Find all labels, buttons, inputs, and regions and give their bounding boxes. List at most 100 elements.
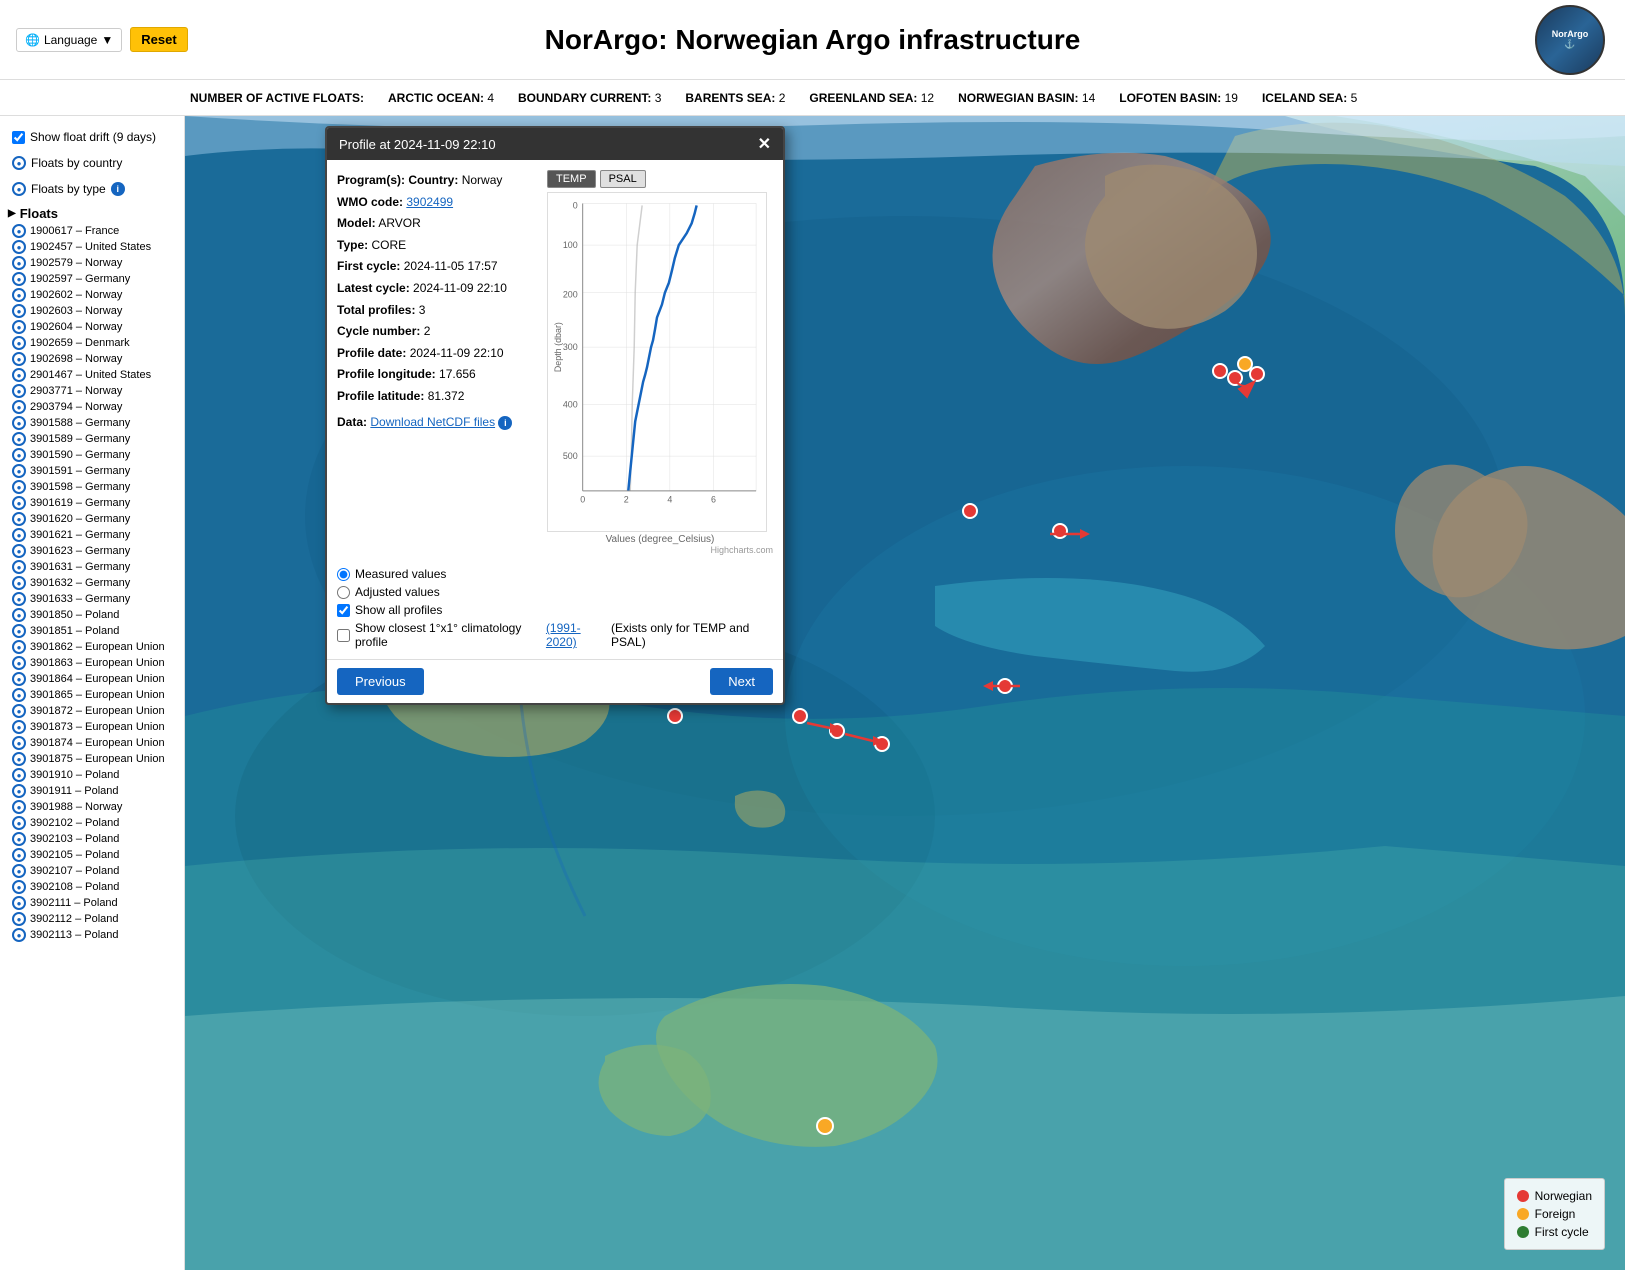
reset-button[interactable]: Reset xyxy=(130,27,187,52)
tab-temp[interactable]: TEMP xyxy=(547,170,596,188)
floats-by-type-info-icon[interactable]: i xyxy=(111,182,125,196)
list-item[interactable]: ●3902103 – Poland xyxy=(8,831,184,847)
modal-info: Program(s): Country: Norway WMO code: 39… xyxy=(337,170,537,555)
list-item[interactable]: ●1902457 – United States xyxy=(8,239,184,255)
legend-foreign: Foreign xyxy=(1517,1205,1592,1223)
float-icon: ● xyxy=(12,288,26,302)
latest-cycle-value: 2024-11-09 22:10 xyxy=(413,281,507,295)
float-label: 1902579 – Norway xyxy=(30,257,122,269)
list-item[interactable]: ●3901631 – Germany xyxy=(8,559,184,575)
wmo-link[interactable]: 3902499 xyxy=(406,195,453,209)
list-item[interactable]: ●3901632 – Germany xyxy=(8,575,184,591)
float-icon: ● xyxy=(12,912,26,926)
logo: NorArgo⚓ xyxy=(1535,5,1605,75)
list-item[interactable]: ●2901467 – United States xyxy=(8,367,184,383)
tab-psal[interactable]: PSAL xyxy=(600,170,646,188)
floats-by-country-item[interactable]: ● Floats by country xyxy=(8,154,176,172)
list-item[interactable]: ●3901910 – Poland xyxy=(8,767,184,783)
list-item[interactable]: ●3901623 – Germany xyxy=(8,543,184,559)
show-climatology-checkbox[interactable] xyxy=(337,629,350,642)
float-icon: ● xyxy=(12,656,26,670)
map-area[interactable]: Profile at 2024-11-09 22:10 ✕ Program(s)… xyxy=(185,116,1625,1270)
previous-button[interactable]: Previous xyxy=(337,668,424,695)
list-item[interactable]: ●3901621 – Germany xyxy=(8,527,184,543)
float-label: 3902111 – Poland xyxy=(30,897,118,909)
profile-date-label: Profile date: xyxy=(337,346,406,360)
float-icon: ● xyxy=(12,224,26,238)
list-item[interactable]: ●1902579 – Norway xyxy=(8,255,184,271)
list-item[interactable]: ●3901619 – Germany xyxy=(8,495,184,511)
list-item[interactable]: ●3901875 – European Union xyxy=(8,751,184,767)
list-item[interactable]: ●3901850 – Poland xyxy=(8,607,184,623)
floats-by-type-item[interactable]: ● Floats by type i xyxy=(8,180,176,198)
legend-first-cycle: First cycle xyxy=(1517,1223,1592,1241)
language-icon: 🌐 xyxy=(25,33,40,47)
list-item[interactable]: ●3901911 – Poland xyxy=(8,783,184,799)
chart-xlabel: Values (degree_Celsius) xyxy=(547,534,773,545)
float-label: 3901623 – Germany xyxy=(30,545,130,557)
float-label: 1902698 – Norway xyxy=(30,353,122,365)
list-item[interactable]: ●1900617 – France xyxy=(8,223,184,239)
list-item[interactable]: ●3901588 – Germany xyxy=(8,415,184,431)
list-item[interactable]: ●3902107 – Poland xyxy=(8,863,184,879)
list-item[interactable]: ●3901633 – Germany xyxy=(8,591,184,607)
sidebar[interactable]: Show float drift (9 days) ● Floats by co… xyxy=(0,116,185,1270)
list-item[interactable]: ● 3901863 – European Union xyxy=(8,655,184,671)
profile-date-value: 2024-11-09 22:10 xyxy=(410,346,504,360)
list-item[interactable]: ●3902102 – Poland xyxy=(8,815,184,831)
list-item[interactable]: ●1902659 – Denmark xyxy=(8,335,184,351)
list-item[interactable]: ●1902603 – Norway xyxy=(8,303,184,319)
next-button[interactable]: Next xyxy=(710,668,773,695)
float-icon: ● xyxy=(12,512,26,526)
list-item[interactable]: ●3901598 – Germany xyxy=(8,479,184,495)
float-label: 1902602 – Norway xyxy=(30,289,122,301)
show-all-profiles-checkbox[interactable] xyxy=(337,604,350,617)
float-icon: ● xyxy=(12,688,26,702)
float-label: 3901988 – Norway xyxy=(30,801,122,813)
list-item[interactable]: ●3901874 – European Union xyxy=(8,735,184,751)
legend-dot-first-cycle xyxy=(1517,1226,1529,1238)
language-button[interactable]: 🌐 Language ▼ xyxy=(16,28,122,52)
list-item[interactable]: ●1902604 – Norway xyxy=(8,319,184,335)
list-item[interactable]: ●1902698 – Norway xyxy=(8,351,184,367)
show-drift-item[interactable]: Show float drift (9 days) xyxy=(8,128,176,146)
list-item[interactable]: ●3901589 – Germany xyxy=(8,431,184,447)
list-item[interactable]: ●3901988 – Norway xyxy=(8,799,184,815)
list-item[interactable]: ●3901864 – European Union xyxy=(8,671,184,687)
download-info-icon[interactable]: i xyxy=(498,416,512,430)
list-item[interactable]: ●1902597 – Germany xyxy=(8,271,184,287)
list-item[interactable]: ●3901620 – Germany xyxy=(8,511,184,527)
list-item[interactable]: ● 1902602 – Norway xyxy=(8,287,184,303)
list-item[interactable]: ●3901865 – European Union xyxy=(8,687,184,703)
svg-text:300: 300 xyxy=(563,342,578,352)
list-item[interactable]: ●3901851 – Poland xyxy=(8,623,184,639)
adjusted-radio[interactable] xyxy=(337,586,350,599)
legend-dot-norwegian xyxy=(1517,1190,1529,1202)
climatology-note: (Exists only for TEMP and PSAL) xyxy=(611,621,773,649)
list-item[interactable]: ●2903771 – Norway xyxy=(8,383,184,399)
list-item[interactable]: ●3901872 – European Union xyxy=(8,703,184,719)
show-drift-checkbox[interactable] xyxy=(12,131,25,144)
list-item[interactable]: ●3901591 – Germany xyxy=(8,463,184,479)
float-label: 3901590 – Germany xyxy=(30,449,130,461)
download-link[interactable]: Download NetCDF files xyxy=(370,415,495,429)
float-label: 3901863 – European Union xyxy=(30,657,165,669)
list-item[interactable]: ●3902112 – Poland xyxy=(8,911,184,927)
list-item[interactable]: ●3902111 – Poland xyxy=(8,895,184,911)
measured-label: Measured values xyxy=(355,567,446,581)
list-item[interactable]: ●3901862 – European Union xyxy=(8,639,184,655)
list-item[interactable]: ●3901590 – Germany xyxy=(8,447,184,463)
measured-radio[interactable] xyxy=(337,568,350,581)
list-item[interactable]: ●2903794 – Norway xyxy=(8,399,184,415)
modal-close-button[interactable]: ✕ xyxy=(758,134,771,154)
list-item[interactable]: ●3901873 – European Union xyxy=(8,719,184,735)
float-label: 3902108 – Poland xyxy=(30,881,119,893)
list-item[interactable]: ●3902108 – Poland xyxy=(8,879,184,895)
floats-section-header[interactable]: ▶ Floats xyxy=(0,202,184,223)
climatology-years: (1991-2020) xyxy=(546,621,606,649)
list-item[interactable]: ●3902113 – Poland xyxy=(8,927,184,943)
marker-right xyxy=(963,504,977,518)
stat-iceland: ICELAND SEA: 5 xyxy=(1262,91,1357,105)
list-item[interactable]: ●3902105 – Poland xyxy=(8,847,184,863)
float-icon: ● xyxy=(12,816,26,830)
